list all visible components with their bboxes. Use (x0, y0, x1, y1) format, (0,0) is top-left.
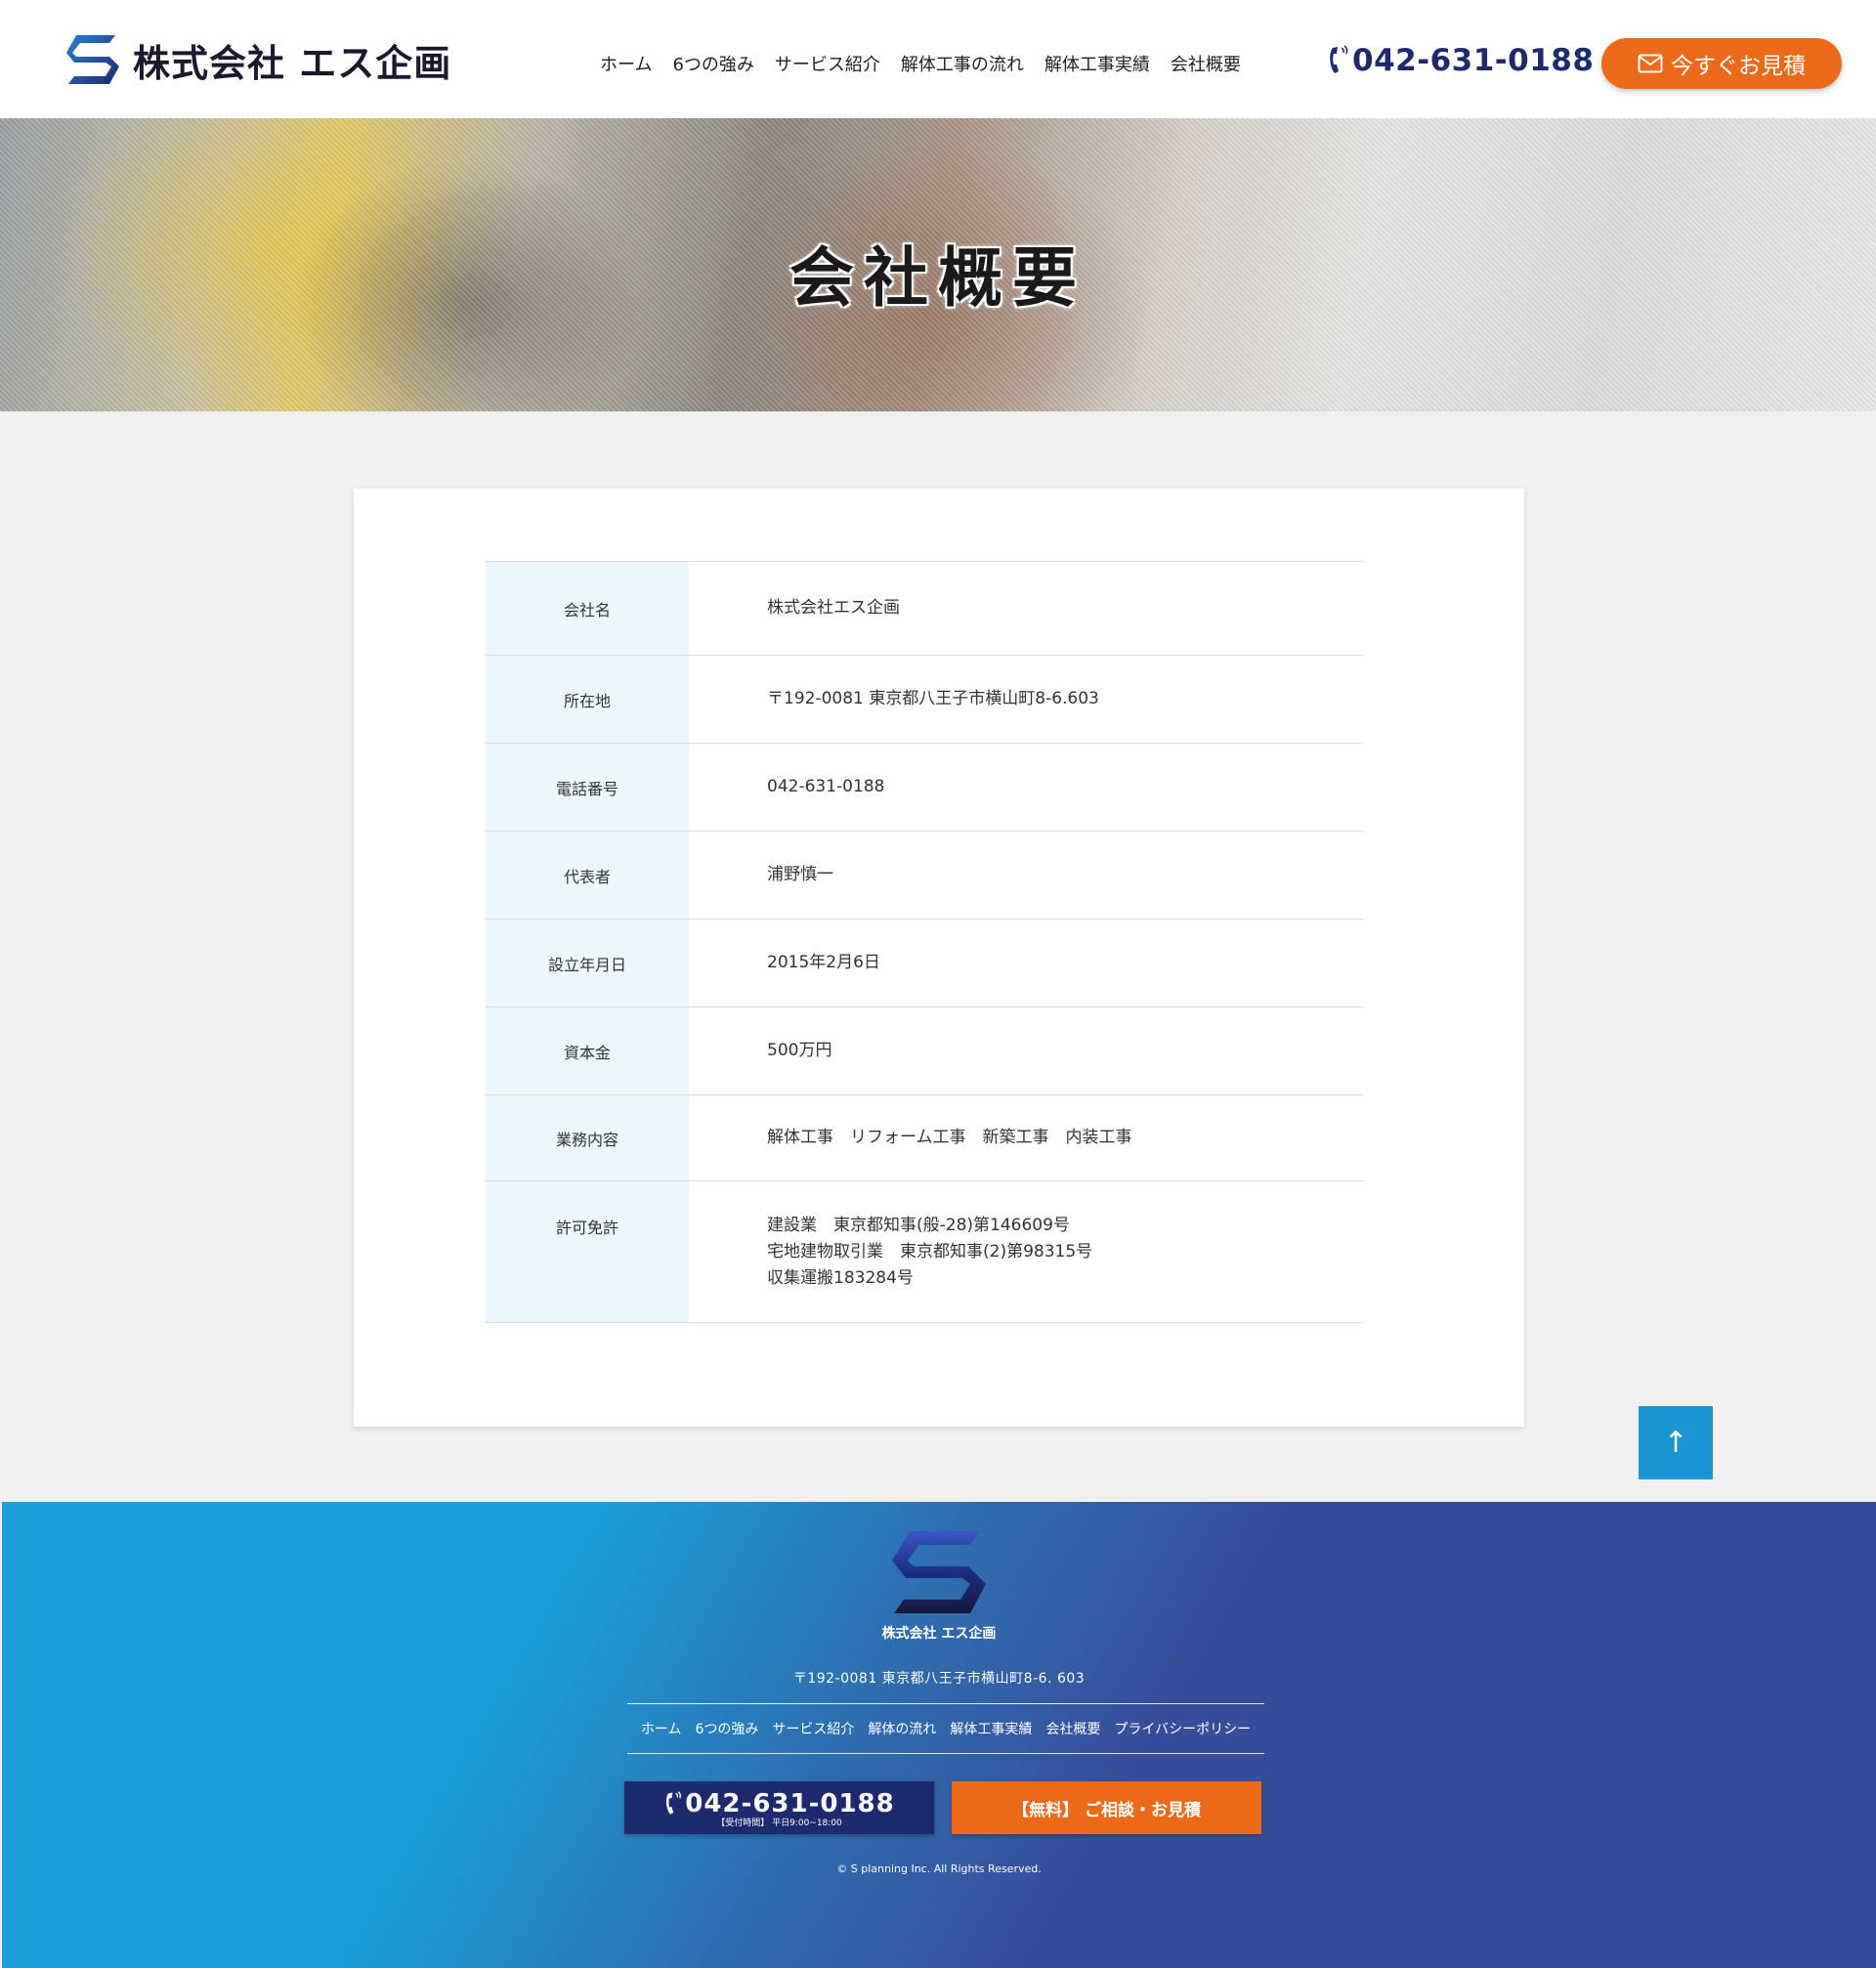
nav-item-works[interactable]: 解体工事実績 (1045, 51, 1150, 76)
footer-nav-works[interactable]: 解体工事実績 (950, 1719, 1032, 1738)
license-line: 収集運搬183284号 (767, 1268, 914, 1288)
footer-nav-services[interactable]: サービス紹介 (772, 1719, 854, 1738)
footer-nav-strengths[interactable]: 6つの強み (695, 1719, 758, 1738)
table-row: 許可免許 建設業 東京都知事(般-28)第146609号 宅地建物取引業 東京都… (486, 1180, 1363, 1323)
estimate-button-label: 今すぐお見積 (1671, 54, 1806, 79)
row-label: 所在地 (486, 655, 689, 744)
footer-address: 〒192-0081 東京都八王子市横山町8-6. 603 (792, 1671, 1086, 1687)
phone-icon (1330, 45, 1348, 73)
back-to-top-button[interactable]: ↑ (1639, 1406, 1713, 1479)
site-footer: 株式会社 エス企画 〒192-0081 東京都八王子市横山町8-6. 603 ホ… (2, 1502, 1876, 1968)
row-value: 500万円 (767, 1041, 832, 1060)
footer-contact-button[interactable]: 【無料】 ご相談・お見積 (952, 1781, 1261, 1834)
table-row: 設立年月日 2015年2月6日 (486, 919, 1363, 1007)
row-label: 代表者 (486, 831, 689, 920)
site-logo[interactable]: 株式会社 エス企画 (66, 35, 452, 85)
row-value: 042-631-0188 (767, 777, 885, 796)
logo-text: 株式会社 エス企画 (133, 41, 452, 85)
row-label: 会社名 (486, 561, 689, 656)
nav-item-strengths[interactable]: 6つの強み (672, 51, 753, 76)
footer-nav-privacy[interactable]: プライバシーポリシー (1114, 1719, 1251, 1738)
row-label: 資本金 (486, 1006, 689, 1095)
phone-icon (666, 1791, 682, 1815)
table-row: 代表者 浦野慎一 (486, 831, 1363, 920)
main-nav: ホーム 6つの強み サービス紹介 解体工事の流れ 解体工事実績 会社概要 (600, 51, 1241, 76)
table-row: 電話番号 042-631-0188 (486, 743, 1363, 832)
footer-phone-button[interactable]: 042-631-0188 【受付時間】 平日9:00~18:00 (624, 1781, 934, 1834)
nav-item-home[interactable]: ホーム (600, 51, 652, 76)
nav-item-flow[interactable]: 解体工事の流れ (901, 51, 1024, 76)
row-value: 2015年2月6日 (767, 953, 880, 972)
footer-nav: ホーム 6つの強み サービス紹介 解体の流れ 解体工事実績 会社概要 プライバシ… (627, 1703, 1264, 1754)
row-value: 〒192-0081 東京都八王子市横山町8-6.603 (767, 689, 1099, 708)
row-label: 許可免許 (486, 1180, 689, 1323)
site-header: 株式会社 エス企画 ホーム 6つの強み サービス紹介 解体工事の流れ 解体工事実… (0, 0, 1876, 118)
row-label: 設立年月日 (486, 919, 689, 1007)
footer-company-name: 株式会社 エス企画 (881, 1626, 997, 1642)
footer-contact-label: 【無料】 ご相談・お見積 (1012, 1800, 1201, 1820)
page-hero: 会社概要 (0, 118, 1876, 411)
footer-nav-home[interactable]: ホーム (641, 1719, 682, 1738)
header-phone[interactable]: 042-631-0188 (1327, 43, 1594, 78)
page-title: 会社概要 (789, 240, 1087, 316)
company-info-table: 会社名 株式会社エス企画 所在地 〒192-0081 東京都八王子市横山町8-6… (486, 561, 1363, 1323)
logo-s-icon[interactable] (890, 1531, 988, 1613)
row-value: 株式会社エス企画 (767, 598, 900, 618)
footer-nav-flow[interactable]: 解体の流れ (868, 1719, 936, 1738)
company-info-card: 会社名 株式会社エス企画 所在地 〒192-0081 東京都八王子市横山町8-6… (354, 489, 1524, 1427)
table-row: 業務内容 解体工事 リフォーム工事 新築工事 内装工事 (486, 1094, 1363, 1181)
row-value: 建設業 東京都知事(般-28)第146609号 宅地建物取引業 東京都知事(2)… (689, 1181, 1363, 1323)
footer-phone-number: 042-631-0188 (685, 1789, 895, 1818)
nav-item-services[interactable]: サービス紹介 (775, 51, 880, 76)
arrow-up-icon: ↑ (1663, 1426, 1688, 1460)
row-label: 業務内容 (486, 1094, 689, 1181)
row-value: 解体工事 リフォーム工事 新築工事 内装工事 (767, 1128, 1132, 1147)
copyright: © S planning Inc. All Rights Reserved. (836, 1862, 1042, 1875)
estimate-button[interactable]: 今すぐお見積 (1601, 38, 1842, 89)
table-row: 会社名 株式会社エス企画 (486, 561, 1363, 656)
nav-item-company[interactable]: 会社概要 (1171, 51, 1241, 76)
table-row: 資本金 500万円 (486, 1006, 1363, 1095)
license-line: 宅地建物取引業 東京都知事(2)第98315号 (767, 1242, 1093, 1262)
footer-nav-company[interactable]: 会社概要 (1045, 1719, 1100, 1738)
license-line: 建設業 東京都知事(般-28)第146609号 (767, 1216, 1070, 1235)
row-label: 電話番号 (486, 743, 689, 832)
table-row: 所在地 〒192-0081 東京都八王子市横山町8-6.603 (486, 655, 1363, 744)
logo-s-icon (66, 35, 119, 84)
header-phone-number: 042-631-0188 (1352, 43, 1595, 78)
mail-icon (1638, 54, 1663, 73)
row-value: 浦野慎一 (767, 865, 833, 884)
